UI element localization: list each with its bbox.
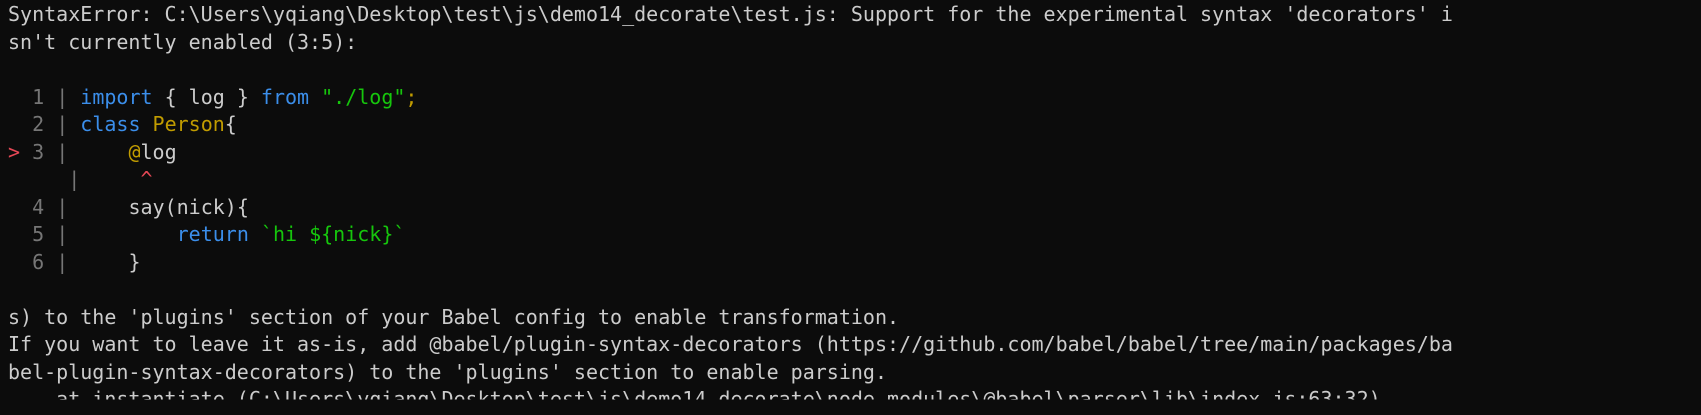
hint-line-2: If you want to leave it as-is, add @babe… [8,332,1453,356]
keyword-import: import [80,84,153,109]
method-declaration: say(nick){ [128,194,249,219]
error-message-line-1: SyntaxError: C:\Users\yqiang\Desktop\tes… [8,2,1453,26]
class-name: Person [152,112,225,136]
hint-line-1: s) to the 'plugins' section of your Babe… [8,304,900,329]
line-number-2: 2 | [32,112,69,136]
hint-line-3: bel-plugin-syntax-decorators) to the 'pl… [8,359,887,384]
semicolon: ; [405,84,418,109]
error-marker: > [8,139,21,164]
class-open-brace: { [224,112,237,136]
method-close-brace: } [128,249,141,274]
stack-trace-line-partial: at instantiate (C:\Users\yqiang\Desktop\… [8,387,1381,411]
import-path-string: "./log" [321,84,406,109]
import-binding: { log } [152,84,261,109]
template-literal: `hi ${nick}` [260,222,406,246]
line-number-5: 5 | [32,222,69,246]
error-caret: ^ [140,167,153,191]
keyword-return: return [176,222,249,246]
keyword-from: from [260,84,310,109]
caret-line: | ^ [8,166,1698,194]
code-frame-line-5: 5 | return `hi ${nick}` [8,221,1698,249]
error-message-line-2: sn't currently enabled (3:5): [8,29,358,54]
line-number-6: 6 | [32,249,69,274]
code-frame-line-6: 6 | } [8,249,1698,277]
line-number-1: 1 | [32,84,69,109]
decorator-name: log [140,139,177,164]
terminal-output[interactable]: SyntaxError: C:\Users\yqiang\Desktop\tes… [8,1,1698,414]
decorator-at: @ [128,139,141,164]
keyword-class: class [80,112,141,136]
code-frame-line-4: 4 | say(nick){ [8,194,1698,222]
code-frame-line-1: 1 | import { log } from "./log"; [8,84,1698,112]
code-frame-line-3: > 3 | @log [8,139,1698,167]
line-number-3: 3 | [32,139,69,164]
line-number-4: 4 | [32,194,69,219]
code-frame-line-2: 2 | class Person{ [8,111,1698,139]
caret-gutter: | [68,167,81,191]
